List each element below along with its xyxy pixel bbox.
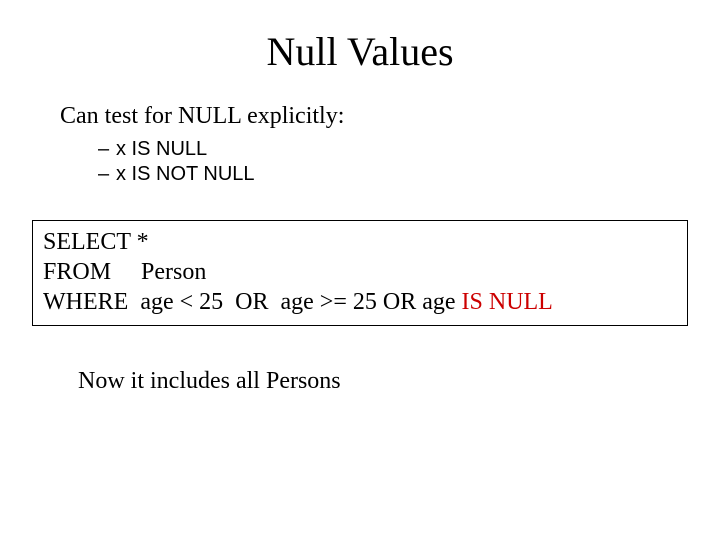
bullet-text: x IS NULL	[116, 138, 207, 161]
query-line-where: WHERE age < 25 OR age >= 25 OR age IS NU…	[43, 287, 677, 317]
conclusion-text: Now it includes all Persons	[78, 368, 720, 395]
bullet-dash: –	[98, 138, 116, 161]
list-item: – x IS NULL	[98, 138, 720, 161]
bullet-dash: –	[98, 163, 116, 186]
from-rest: Person	[141, 259, 206, 285]
keyword-select: SELECT	[43, 229, 137, 255]
slide: Null Values Can test for NULL explicitly…	[0, 0, 720, 540]
lead-text: Can test for NULL explicitly:	[60, 103, 720, 130]
query-line-select: SELECT *	[43, 227, 677, 257]
bullet-list: – x IS NULL – x IS NOT NULL	[98, 138, 720, 186]
query-line-from: FROM Person	[43, 257, 677, 287]
where-rest: age < 25 OR age >= 25 OR age	[140, 289, 461, 315]
sql-query-box: SELECT * FROM Person WHERE age < 25 OR a…	[32, 220, 688, 326]
select-rest: *	[137, 229, 149, 255]
keyword-is-null: IS NULL	[462, 289, 553, 315]
list-item: – x IS NOT NULL	[98, 163, 720, 186]
keyword-where: WHERE	[43, 289, 140, 315]
keyword-from: FROM	[43, 259, 141, 285]
page-title: Null Values	[0, 0, 720, 85]
bullet-text: x IS NOT NULL	[116, 163, 255, 186]
